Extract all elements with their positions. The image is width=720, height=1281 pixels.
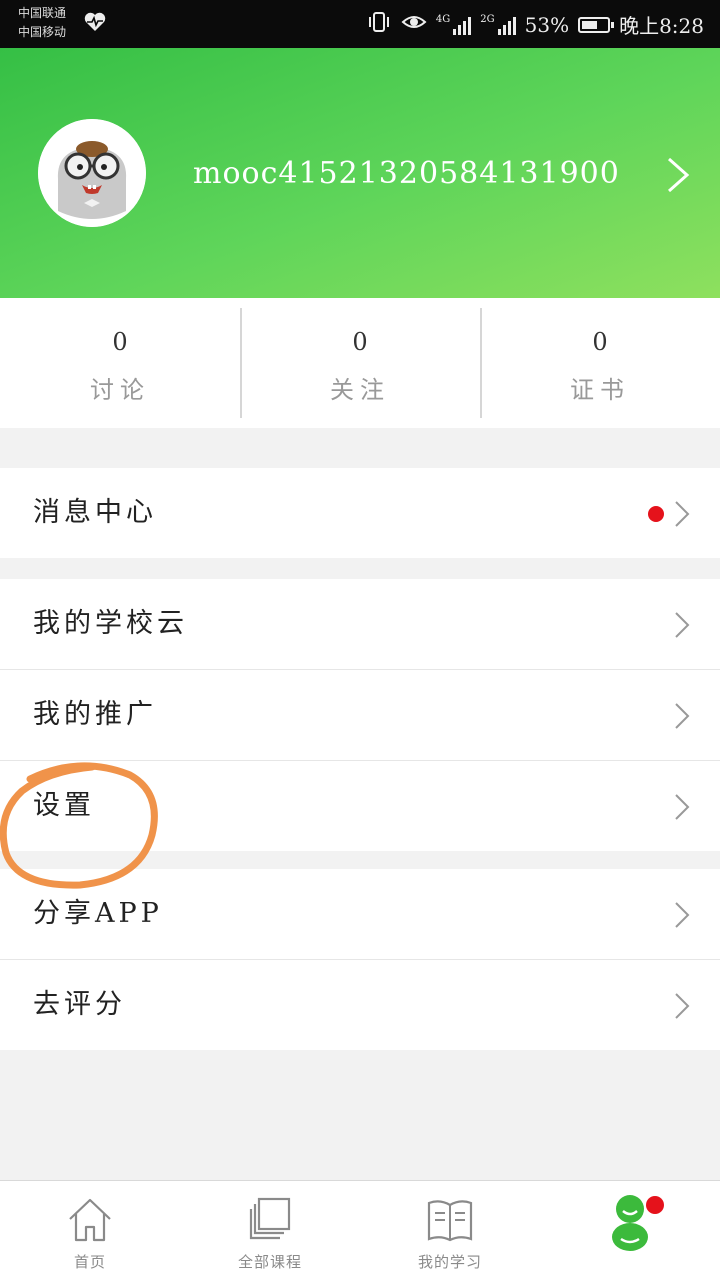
home-icon (65, 1195, 115, 1249)
stat-label: 证书 (570, 376, 630, 404)
menu-item-label: 设置 (33, 790, 95, 821)
battery-percent: 53% (524, 12, 570, 37)
menu-item-rate[interactable]: 去评分 (0, 960, 720, 1050)
menu-item-message-center[interactable]: 消息中心 (0, 468, 720, 558)
carrier-1: 中国联通 (18, 6, 67, 20)
menu-group-messages: 消息中心 (0, 468, 720, 558)
tab-me[interactable] (540, 1181, 720, 1281)
chevron-right-icon (674, 901, 690, 933)
signal-2g-icon: 2G (480, 13, 516, 35)
battery-icon (578, 16, 615, 33)
tab-label: 首页 (73, 1253, 106, 1271)
menu-item-label: 去评分 (33, 989, 126, 1020)
health-heart-icon (84, 12, 106, 36)
stat-value: 0 (592, 328, 608, 356)
menu-item-school-cloud[interactable]: 我的学校云 (0, 579, 720, 670)
stat-label: 讨论 (90, 376, 150, 404)
stats-bar: 0 讨论 0 关注 0 证书 (0, 298, 720, 428)
profile-header[interactable]: mooc41521320584131900 (0, 48, 720, 298)
book-icon (425, 1195, 475, 1249)
chevron-right-icon (674, 992, 690, 1024)
tab-all-courses[interactable]: 全部课程 (180, 1181, 360, 1281)
chevron-right-icon (674, 611, 690, 643)
bottom-tab-bar: 首页 全部课程 我的学习 (0, 1180, 720, 1281)
chevron-right-icon (674, 500, 690, 532)
carrier-labels: 中国联通 中国移动 (18, 4, 66, 42)
tab-label: 全部课程 (237, 1253, 302, 1271)
eye-comfort-icon (401, 12, 427, 37)
network-type-2: 2G (480, 13, 495, 25)
clock: 晚上8:28 (619, 14, 704, 38)
tab-home[interactable]: 首页 (0, 1181, 180, 1281)
mascot-avatar-icon (38, 119, 146, 227)
chevron-right-icon[interactable] (666, 156, 690, 198)
username: mooc41521320584131900 (193, 156, 620, 191)
menu-group-main: 我的学校云 我的推广 设置 (0, 579, 720, 851)
tab-notification-badge (646, 1196, 664, 1214)
avatar[interactable] (38, 119, 146, 227)
stat-following[interactable]: 0 关注 (240, 298, 480, 428)
menu-item-label: 消息中心 (33, 497, 157, 528)
carrier-2: 中国移动 (18, 25, 67, 39)
status-bar: 中国联通 中国移动 4G 2G 53% 晚上8:28 (0, 0, 720, 48)
stat-certificates[interactable]: 0 证书 (480, 298, 720, 428)
menu-item-label: 我的学校云 (33, 608, 188, 639)
stat-value: 0 (112, 328, 128, 356)
network-type-1: 4G (435, 13, 451, 25)
chevron-right-icon (674, 702, 690, 734)
menu-group-share: 分享APP 去评分 (0, 869, 720, 1050)
signal-4g-icon: 4G (435, 13, 472, 35)
stat-value: 0 (352, 328, 368, 356)
stat-discussions[interactable]: 0 讨论 (0, 298, 240, 428)
menu-item-label: 分享APP (33, 898, 163, 929)
chevron-right-icon (674, 793, 690, 825)
menu-item-settings[interactable]: 设置 (0, 761, 720, 851)
menu-item-share-app[interactable]: 分享APP (0, 869, 720, 960)
stat-label: 关注 (330, 376, 390, 404)
tab-my-learning[interactable]: 我的学习 (360, 1181, 540, 1281)
tab-label: 我的学习 (417, 1253, 482, 1271)
vibrate-icon (366, 11, 392, 38)
menu-item-promotion[interactable]: 我的推广 (0, 670, 720, 761)
courses-icon (245, 1195, 295, 1249)
menu-item-label: 我的推广 (33, 699, 157, 730)
unread-badge (648, 506, 664, 522)
